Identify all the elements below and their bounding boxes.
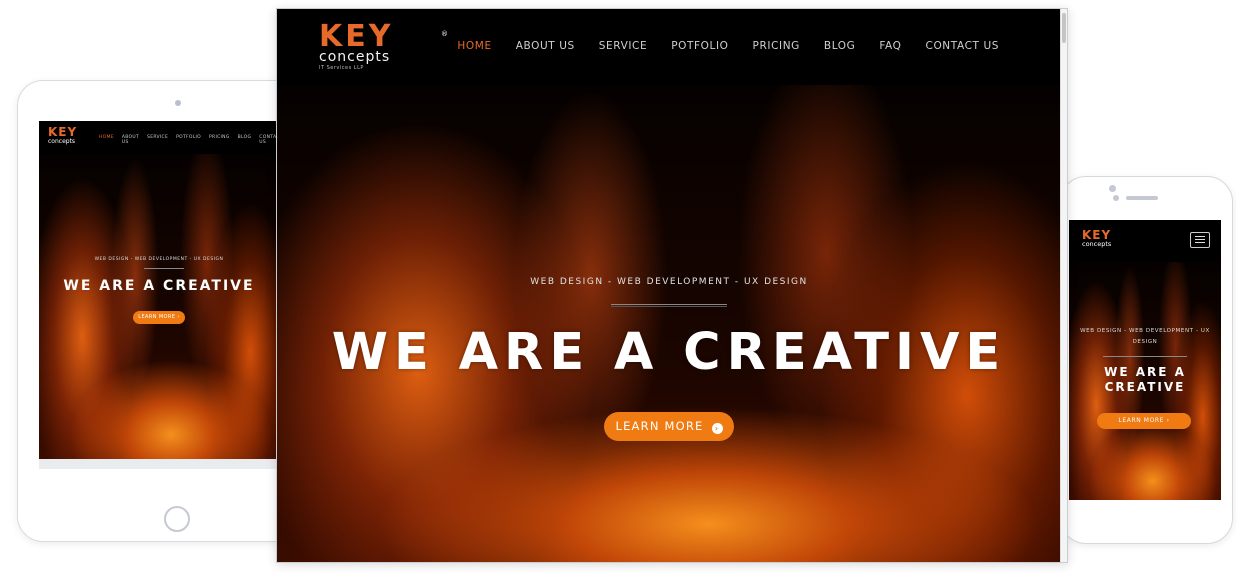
scrollbar-thumb[interactable]	[1062, 13, 1066, 43]
browser-scrollbar[interactable]	[1060, 9, 1067, 562]
nav-item-pricing[interactable]: PRICING	[209, 135, 230, 145]
tablet-screen: KEY concepts HOME ABOUT US SERVICE POTFO…	[39, 121, 279, 469]
learn-more-button[interactable]: LEARN MORE ›	[604, 412, 734, 441]
hero-divider	[611, 304, 727, 305]
desktop-navbar: KEY concepts IT Services LLP ® HOME ABOU…	[277, 9, 1061, 85]
nav-item-service[interactable]: SERVICE	[147, 135, 168, 145]
nav-item-contact[interactable]: CONTACT US	[926, 40, 999, 52]
phone-logo[interactable]: KEY concepts	[1082, 229, 1111, 248]
hero-headline: WE ARE A CREATIVE	[63, 278, 255, 294]
hero-headline: WE ARE A CREATIVE	[1104, 365, 1186, 394]
nav-item-home[interactable]: HOME	[457, 40, 491, 52]
desktop-hero: WEB DESIGN - WEB DEVELOPMENT - UX DESIGN…	[277, 85, 1061, 562]
hero-tagline: WEB DESIGN - WEB DEVELOPMENT - UX DESIGN	[530, 277, 808, 287]
phone-device-frame: KEY concepts WEB DESIGN - WEB DEVELOPMEN…	[1060, 176, 1233, 544]
nav-item-blog[interactable]: BLOG	[238, 135, 252, 145]
chevron-right-icon: ›	[177, 314, 180, 320]
hamburger-menu-icon[interactable]	[1190, 232, 1210, 248]
nav-item-blog[interactable]: BLOG	[824, 40, 855, 52]
logo-word: KEY	[48, 125, 78, 139]
tablet-camera	[175, 100, 181, 106]
tablet-footer-strip	[39, 459, 279, 469]
learn-more-button[interactable]: LEARN MORE ›	[133, 311, 185, 324]
nav-item-service[interactable]: SERVICE	[599, 40, 647, 52]
chevron-right-icon: ›	[1166, 417, 1170, 424]
registered-mark: ®	[441, 30, 448, 38]
logo-sub: concepts	[48, 138, 76, 145]
nav-item-pricing[interactable]: PRICING	[753, 40, 800, 52]
desktop-browser-frame: KEY concepts IT Services LLP ® HOME ABOU…	[276, 8, 1068, 563]
logo-word: KEY	[319, 19, 394, 54]
desktop-logo[interactable]: KEY concepts IT Services LLP ®	[319, 19, 448, 72]
tablet-nav-links: HOME ABOUT US SERVICE POTFOLIO PRICING B…	[99, 135, 279, 145]
logo-sub: concepts	[319, 49, 391, 65]
nav-item-portfolio[interactable]: POTFOLIO	[176, 135, 201, 145]
tablet-logo[interactable]: KEY concepts	[48, 125, 78, 145]
learn-more-button[interactable]: LEARN MORE ›	[1097, 413, 1191, 429]
nav-item-about[interactable]: ABOUT US	[122, 135, 139, 145]
hero-tagline: WEB DESIGN - WEB DEVELOPMENT - UX DESIGN	[1080, 328, 1210, 345]
nav-item-faq[interactable]: FAQ	[879, 40, 901, 52]
hero-divider	[1103, 356, 1187, 357]
phone-screen: KEY concepts WEB DESIGN - WEB DEVELOPMEN…	[1069, 220, 1221, 500]
tablet-navbar: KEY concepts HOME ABOUT US SERVICE POTFO…	[39, 121, 279, 154]
logo-tagline: IT Services LLP	[319, 65, 364, 71]
phone-hero: WEB DESIGN - WEB DEVELOPMENT - UX DESIGN…	[1069, 262, 1221, 500]
hero-tagline: WEB DESIGN - WEB DEVELOPMENT - UX DESIGN	[94, 257, 224, 262]
nav-item-about[interactable]: ABOUT US	[516, 40, 575, 52]
learn-more-label: LEARN MORE	[1118, 417, 1165, 424]
phone-camera	[1113, 195, 1119, 201]
nav-item-home[interactable]: HOME	[99, 135, 114, 145]
desktop-nav-links: HOME ABOUT US SERVICE POTFOLIO PRICING B…	[457, 40, 999, 52]
phone-speaker	[1126, 196, 1158, 200]
hero-headline: WE ARE A CREATIVE	[331, 323, 1007, 382]
tablet-home-button[interactable]	[164, 506, 190, 532]
hero-divider-shadow	[611, 306, 727, 307]
phone-sensor	[1109, 185, 1116, 192]
chevron-right-icon: ›	[711, 423, 723, 434]
tablet-hero: WEB DESIGN - WEB DEVELOPMENT - UX DESIGN…	[39, 154, 279, 459]
logo-sub: concepts	[1082, 240, 1112, 248]
learn-more-label: LEARN MORE	[615, 419, 704, 433]
learn-more-label: LEARN MORE	[138, 314, 176, 320]
hero-divider	[144, 268, 184, 269]
phone-navbar: KEY concepts	[1069, 220, 1221, 262]
nav-item-portfolio[interactable]: POTFOLIO	[671, 40, 728, 52]
